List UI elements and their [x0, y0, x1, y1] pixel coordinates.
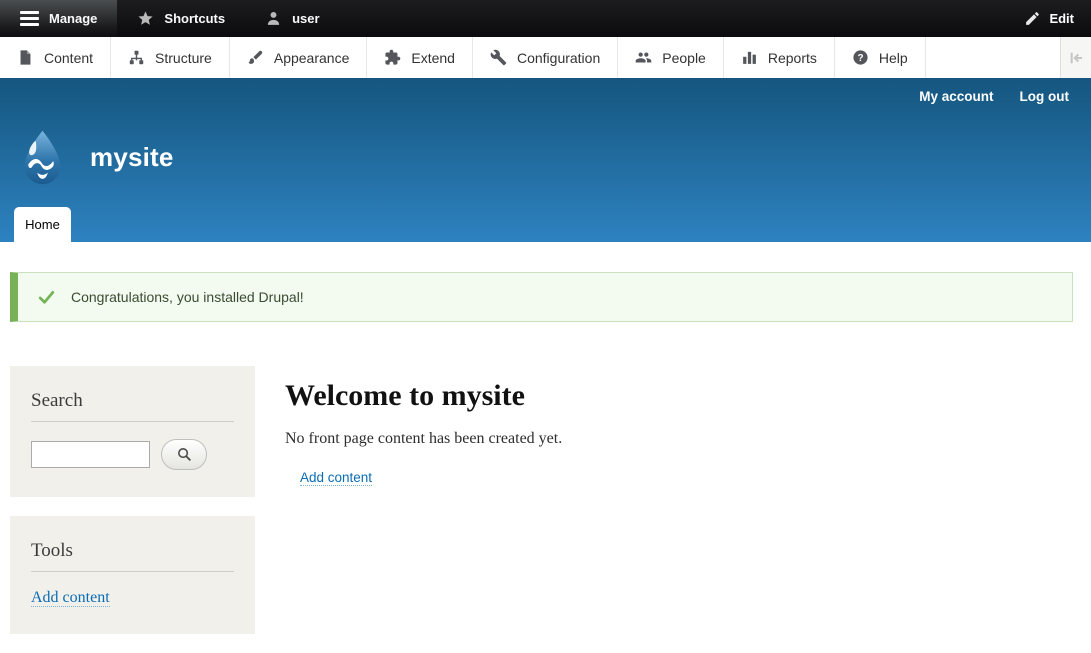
edit-button-label: Edit: [1049, 11, 1074, 26]
checkmark-icon: [37, 288, 56, 307]
bar-chart-icon: [741, 49, 758, 66]
tray-item-help[interactable]: ? Help: [835, 37, 926, 78]
tray-item-label: Configuration: [517, 50, 600, 66]
toolbar-item-user-label: user: [292, 11, 319, 26]
status-message: Congratulations, you installed Drupal!: [10, 272, 1073, 322]
toolbar-item-manage-label: Manage: [49, 11, 97, 26]
question-circle-icon: ?: [852, 49, 869, 66]
toolbar-item-shortcuts[interactable]: Shortcuts: [117, 0, 245, 37]
toolbar-item-shortcuts-label: Shortcuts: [164, 11, 225, 26]
my-account-link[interactable]: My account: [919, 89, 993, 104]
tools-block: Tools Add content: [10, 516, 255, 634]
file-icon: [17, 49, 34, 66]
toggle-vertical-icon: [1068, 50, 1084, 66]
search-button[interactable]: [161, 439, 207, 470]
tray-item-structure[interactable]: Structure: [111, 37, 230, 78]
star-icon: [137, 10, 154, 27]
edit-button[interactable]: Edit: [1007, 0, 1091, 37]
block-divider: [31, 421, 234, 422]
add-content-link[interactable]: Add content: [300, 470, 372, 486]
tray-item-label: Structure: [155, 50, 212, 66]
admin-toolbar: Manage Shortcuts user Edit: [0, 0, 1091, 37]
toolbar-item-user[interactable]: user: [245, 0, 339, 37]
tray-item-label: Content: [44, 50, 93, 66]
tray-item-content[interactable]: Content: [0, 37, 111, 78]
paintbrush-icon: [247, 49, 264, 66]
site-name: mysite: [90, 142, 174, 173]
tools-block-title: Tools: [31, 540, 234, 562]
wrench-icon: [490, 49, 507, 66]
tools-add-content-link[interactable]: Add content: [31, 589, 110, 607]
site-branding[interactable]: mysite: [14, 129, 174, 186]
sitemap-icon: [128, 49, 145, 66]
block-divider: [31, 571, 234, 572]
puzzle-icon: [384, 49, 401, 66]
secondary-menu: My account Log out: [919, 89, 1069, 104]
people-icon: [635, 49, 652, 66]
main-content: Welcome to mysite No front page content …: [285, 366, 582, 487]
status-message-text: Congratulations, you installed Drupal!: [71, 289, 304, 305]
svg-text:?: ?: [857, 53, 863, 64]
toolbar-orientation-toggle[interactable]: [1060, 37, 1091, 78]
page-title: Welcome to mysite: [285, 379, 562, 413]
user-icon: [265, 10, 282, 27]
tray-item-label: Extend: [411, 50, 455, 66]
search-icon: [176, 446, 193, 463]
pencil-icon: [1024, 10, 1041, 27]
search-block: Search: [10, 366, 255, 497]
toolbar-item-manage[interactable]: Manage: [0, 0, 117, 37]
tray-item-configuration[interactable]: Configuration: [473, 37, 618, 78]
tab-home[interactable]: Home: [14, 207, 71, 242]
search-block-title: Search: [31, 390, 234, 412]
log-out-link[interactable]: Log out: [1020, 89, 1069, 104]
tray-item-label: Appearance: [274, 50, 350, 66]
hamburger-icon: [20, 11, 39, 26]
tab-home-label: Home: [25, 217, 60, 232]
tray-item-extend[interactable]: Extend: [367, 37, 473, 78]
drupal-logo: [14, 129, 71, 186]
tray-item-appearance[interactable]: Appearance: [230, 37, 368, 78]
tray-item-label: Help: [879, 50, 908, 66]
page-layout: Search Tools Add content Welcome to mysi…: [0, 322, 1091, 653]
tray-item-people[interactable]: People: [618, 37, 724, 78]
admin-toolbar-tray: Content Structure Appearance Extend Conf…: [0, 37, 1091, 78]
search-form: [31, 439, 234, 470]
tray-item-reports[interactable]: Reports: [724, 37, 835, 78]
site-header: My account Log out mysite Home: [0, 78, 1091, 242]
search-input[interactable]: [31, 441, 150, 468]
tray-item-label: People: [662, 50, 706, 66]
sidebar: Search Tools Add content: [10, 366, 255, 653]
empty-frontpage-text: No front page content has been created y…: [285, 430, 562, 448]
tray-item-label: Reports: [768, 50, 817, 66]
